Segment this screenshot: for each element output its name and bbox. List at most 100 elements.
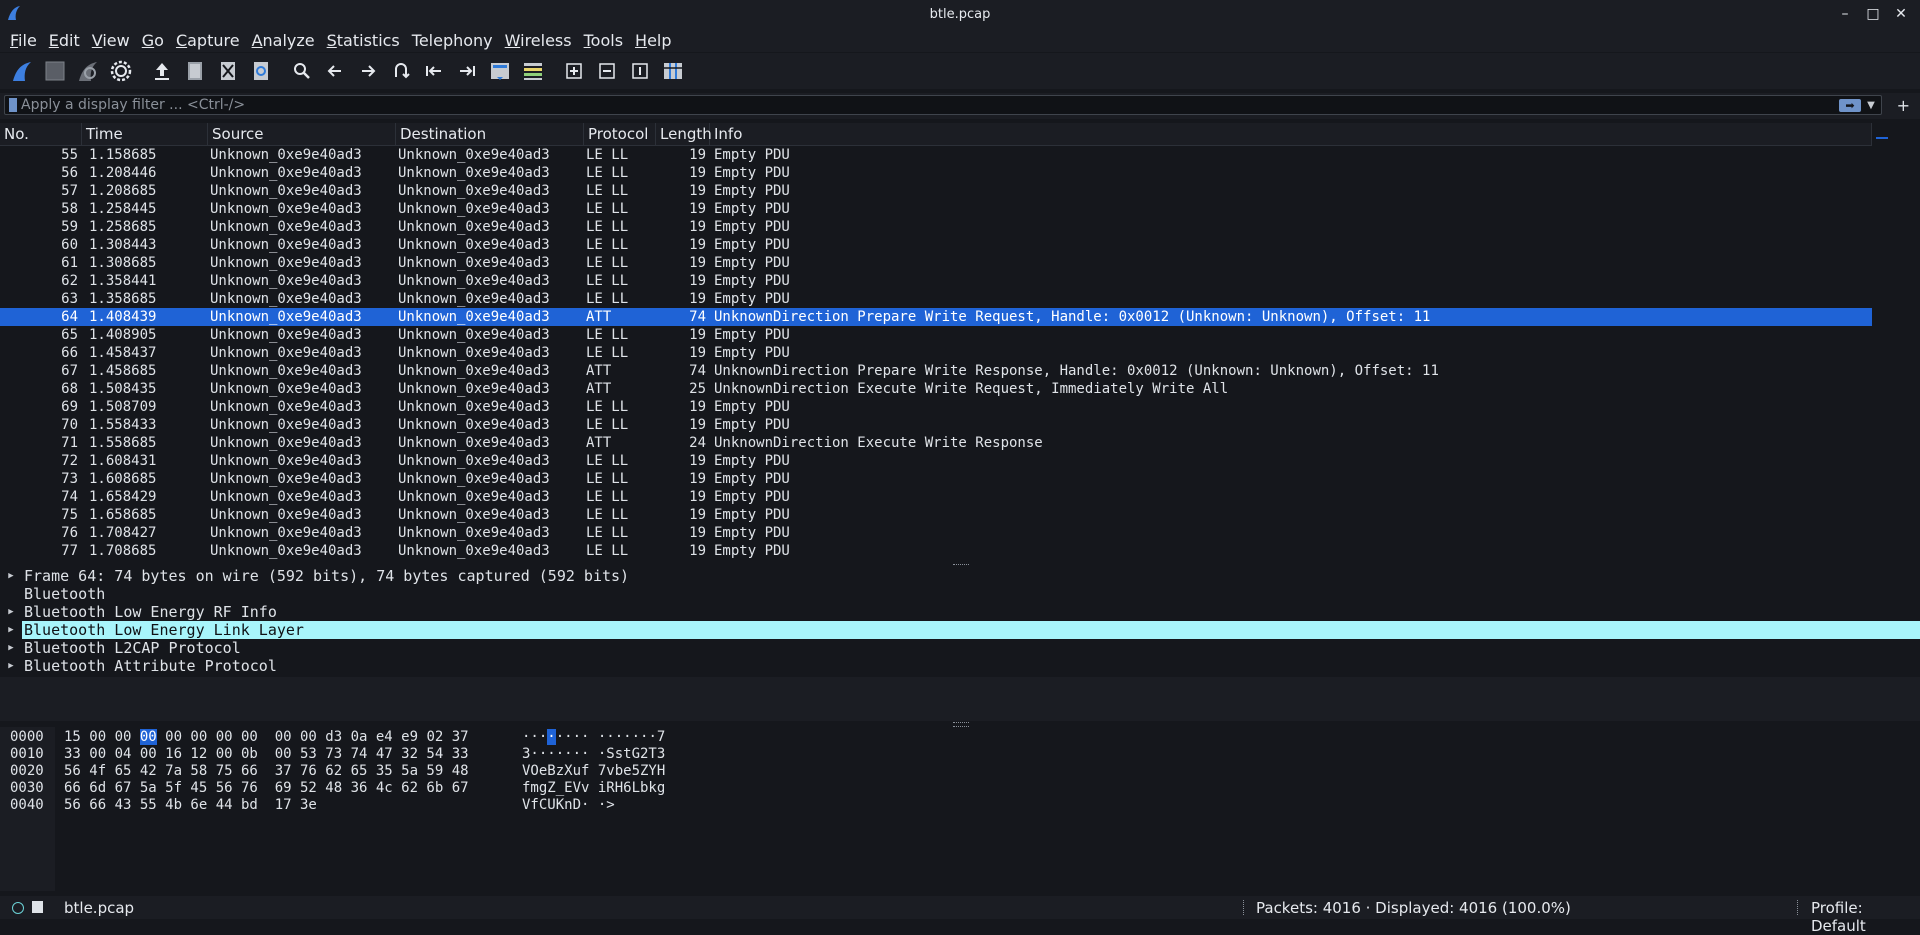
bytes-hex[interactable]: 33 00 04 00 16 12 00 0b 00 53 73 74 47 3… (64, 746, 469, 763)
menu-tools[interactable]: Tools (580, 31, 631, 50)
shark-fin-start-icon[interactable] (8, 58, 35, 85)
capture-comment-icon[interactable] (32, 901, 43, 913)
packet-row[interactable]: 77 1.708685 Unknown_0xe9e40ad3 Unknown_0xe9… (0, 542, 1872, 560)
packet-details[interactable]: ▶ Frame 64: 74 bytes on wire (592 bits), … (0, 567, 1920, 727)
display-filter-box: ➡ ▼ (4, 95, 1882, 115)
zoom-in-icon[interactable] (560, 58, 587, 85)
packet-row[interactable]: 57 1.208685 Unknown_0xe9e40ad3 Unknown_0xe9… (0, 182, 1872, 200)
column-header-time[interactable]: Time (82, 123, 208, 145)
details-tree-item[interactable]: ▶ Bluetooth Low Energy Link Layer (0, 621, 1920, 639)
column-header-source[interactable]: Source (208, 123, 396, 145)
details-tree: ▶ Frame 64: 74 bytes on wire (592 bits), … (0, 567, 1920, 675)
bytes-hex[interactable]: 15 00 00 00 00 00 00 00 00 00 d3 0a e4 e… (64, 729, 469, 746)
expert-info-led-icon[interactable] (12, 902, 24, 914)
bookmark-icon[interactable] (9, 98, 17, 112)
zoom-normal-icon[interactable] (626, 58, 653, 85)
menu-help[interactable]: Help (631, 31, 679, 50)
bytes-ascii[interactable]: 3······· ·SstG2T3 (522, 746, 665, 763)
packet-bytes[interactable]: 0000 15 00 00 00 00 00 00 00 00 00 d3 0a … (0, 727, 1920, 891)
packet-row[interactable]: 59 1.258685 Unknown_0xe9e40ad3 Unknown_0xe9… (0, 218, 1872, 236)
menu-capture[interactable]: Capture (172, 31, 248, 50)
add-filter-button-icon[interactable]: + (1897, 96, 1910, 115)
packet-row[interactable]: 60 1.308443 Unknown_0xe9e40ad3 Unknown_0xe9… (0, 236, 1872, 254)
open-file-icon[interactable] (148, 58, 175, 85)
details-tree-item[interactable]: ▶ Bluetooth Low Energy RF Info (0, 603, 1920, 621)
apply-filter-arrow-icon[interactable]: ➡ (1839, 98, 1861, 112)
maximize-button[interactable]: □ (1862, 3, 1884, 25)
menu-telephony[interactable]: Telephony (408, 31, 501, 50)
expand-arrow-icon[interactable]: ▶ (0, 607, 22, 617)
bytes-hex[interactable]: 56 4f 65 42 7a 58 75 66 37 76 62 65 35 5… (64, 763, 469, 780)
autoscroll-icon[interactable] (486, 58, 513, 85)
packet-row[interactable]: 58 1.258445 Unknown_0xe9e40ad3 Unknown_0xe9… (0, 200, 1872, 218)
expand-arrow-icon[interactable]: ▶ (0, 661, 22, 671)
menu-edit[interactable]: Edit (45, 31, 88, 50)
status-profile[interactable]: Profile: Default (1811, 899, 1920, 935)
details-tree-item[interactable]: ▶ Frame 64: 74 bytes on wire (592 bits), … (0, 567, 1920, 585)
last-packet-icon[interactable] (453, 58, 480, 85)
menu-view[interactable]: View (88, 31, 138, 50)
colorize-icon[interactable] (519, 58, 546, 85)
bytes-ascii[interactable]: ········ ·······7 (522, 729, 665, 746)
menu-analyze[interactable]: Analyze (248, 31, 323, 50)
column-header-protocol[interactable]: Protocol (584, 123, 656, 145)
packet-row[interactable]: 74 1.658429 Unknown_0xe9e40ad3 Unknown_0xe9… (0, 488, 1872, 506)
packet-row[interactable]: 64 1.408439 Unknown_0xe9e40ad3 Unknown_0xe9… (0, 308, 1872, 326)
packet-row[interactable]: 76 1.708427 Unknown_0xe9e40ad3 Unknown_0xe9… (0, 524, 1872, 542)
packet-row[interactable]: 69 1.508709 Unknown_0xe9e40ad3 Unknown_0xe9… (0, 398, 1872, 416)
reload-file-icon[interactable] (247, 58, 274, 85)
menu-wireless[interactable]: Wireless (501, 31, 580, 50)
resize-columns-icon[interactable] (659, 58, 686, 85)
go-forward-icon[interactable] (354, 58, 381, 85)
packet-row[interactable]: 72 1.608431 Unknown_0xe9e40ad3 Unknown_0xe9… (0, 452, 1872, 470)
menu-go[interactable]: Go (138, 31, 172, 50)
packet-row[interactable]: 62 1.358441 Unknown_0xe9e40ad3 Unknown_0xe9… (0, 272, 1872, 290)
minimize-button[interactable]: – (1834, 3, 1856, 25)
menu-statistics[interactable]: Statistics (323, 31, 408, 50)
details-tree-item[interactable]: Bluetooth (0, 585, 1920, 603)
expand-arrow-icon[interactable]: ▶ (0, 571, 22, 581)
packet-list[interactable]: No. Time Source Destination Protocol Len… (0, 123, 1872, 563)
column-header-info[interactable]: Info (710, 123, 1872, 145)
details-tree-item[interactable]: ▶ Bluetooth Attribute Protocol (0, 657, 1920, 675)
close-window-button[interactable]: ✕ (1890, 3, 1912, 25)
stop-square-icon[interactable] (41, 58, 68, 85)
packet-row[interactable]: 75 1.658685 Unknown_0xe9e40ad3 Unknown_0xe9… (0, 506, 1872, 524)
search-icon[interactable] (288, 58, 315, 85)
bytes-ascii[interactable]: VOeBzXuf 7vbe5ZYH (522, 763, 665, 780)
column-header-destination[interactable]: Destination (396, 123, 584, 145)
bytes-ascii[interactable]: fmgZ_EVv iRH6Lbkg (522, 780, 665, 797)
packet-list-scrollbar[interactable] (1872, 123, 1920, 563)
column-header-no[interactable]: No. (0, 123, 82, 145)
chevron-down-icon[interactable]: ▼ (1865, 100, 1877, 111)
packet-row[interactable]: 67 1.458685 Unknown_0xe9e40ad3 Unknown_0xe9… (0, 362, 1872, 380)
packet-row[interactable]: 70 1.558433 Unknown_0xe9e40ad3 Unknown_0xe9… (0, 416, 1872, 434)
details-tree-item[interactable]: ▶ Bluetooth L2CAP Protocol (0, 639, 1920, 657)
bytes-hex[interactable]: 66 6d 67 5a 5f 45 56 76 69 52 48 36 4c 6… (64, 780, 469, 797)
display-filter-input[interactable] (17, 96, 1839, 114)
gear-options-icon[interactable] (107, 58, 134, 85)
go-to-packet-icon[interactable] (387, 58, 414, 85)
packet-row[interactable]: 61 1.308685 Unknown_0xe9e40ad3 Unknown_0xe9… (0, 254, 1872, 272)
packet-row[interactable]: 63 1.358685 Unknown_0xe9e40ad3 Unknown_0xe9… (0, 290, 1872, 308)
close-file-icon[interactable] (214, 58, 241, 85)
packet-row[interactable]: 65 1.408905 Unknown_0xe9e40ad3 Unknown_0xe9… (0, 326, 1872, 344)
zoom-out-icon[interactable] (593, 58, 620, 85)
expand-arrow-icon[interactable]: ▶ (0, 625, 22, 635)
expand-arrow-icon[interactable]: ▶ (0, 643, 22, 653)
packet-row[interactable]: 55 1.158685 Unknown_0xe9e40ad3 Unknown_0xe9… (0, 146, 1872, 164)
menu-file[interactable]: File (6, 31, 45, 50)
bytes-hex[interactable]: 56 66 43 55 4b 6e 44 bd 17 3e (64, 797, 317, 814)
column-header-length[interactable]: Length (656, 123, 712, 145)
packet-row[interactable]: 71 1.558685 Unknown_0xe9e40ad3 Unknown_0xe9… (0, 434, 1872, 452)
packet-row[interactable]: 56 1.208446 Unknown_0xe9e40ad3 Unknown_0xe9… (0, 164, 1872, 182)
first-packet-icon[interactable] (420, 58, 447, 85)
packet-row[interactable]: 73 1.608685 Unknown_0xe9e40ad3 Unknown_0xe9… (0, 470, 1872, 488)
go-back-icon[interactable] (321, 58, 348, 85)
packet-cell-info: Empty PDU (714, 543, 790, 559)
bytes-ascii[interactable]: VfCUKnD· ·> (522, 797, 615, 814)
save-file-icon[interactable] (181, 58, 208, 85)
shark-fin-restart-icon[interactable] (74, 58, 101, 85)
packet-row[interactable]: 66 1.458437 Unknown_0xe9e40ad3 Unknown_0xe9… (0, 344, 1872, 362)
packet-row[interactable]: 68 1.508435 Unknown_0xe9e40ad3 Unknown_0xe9… (0, 380, 1872, 398)
